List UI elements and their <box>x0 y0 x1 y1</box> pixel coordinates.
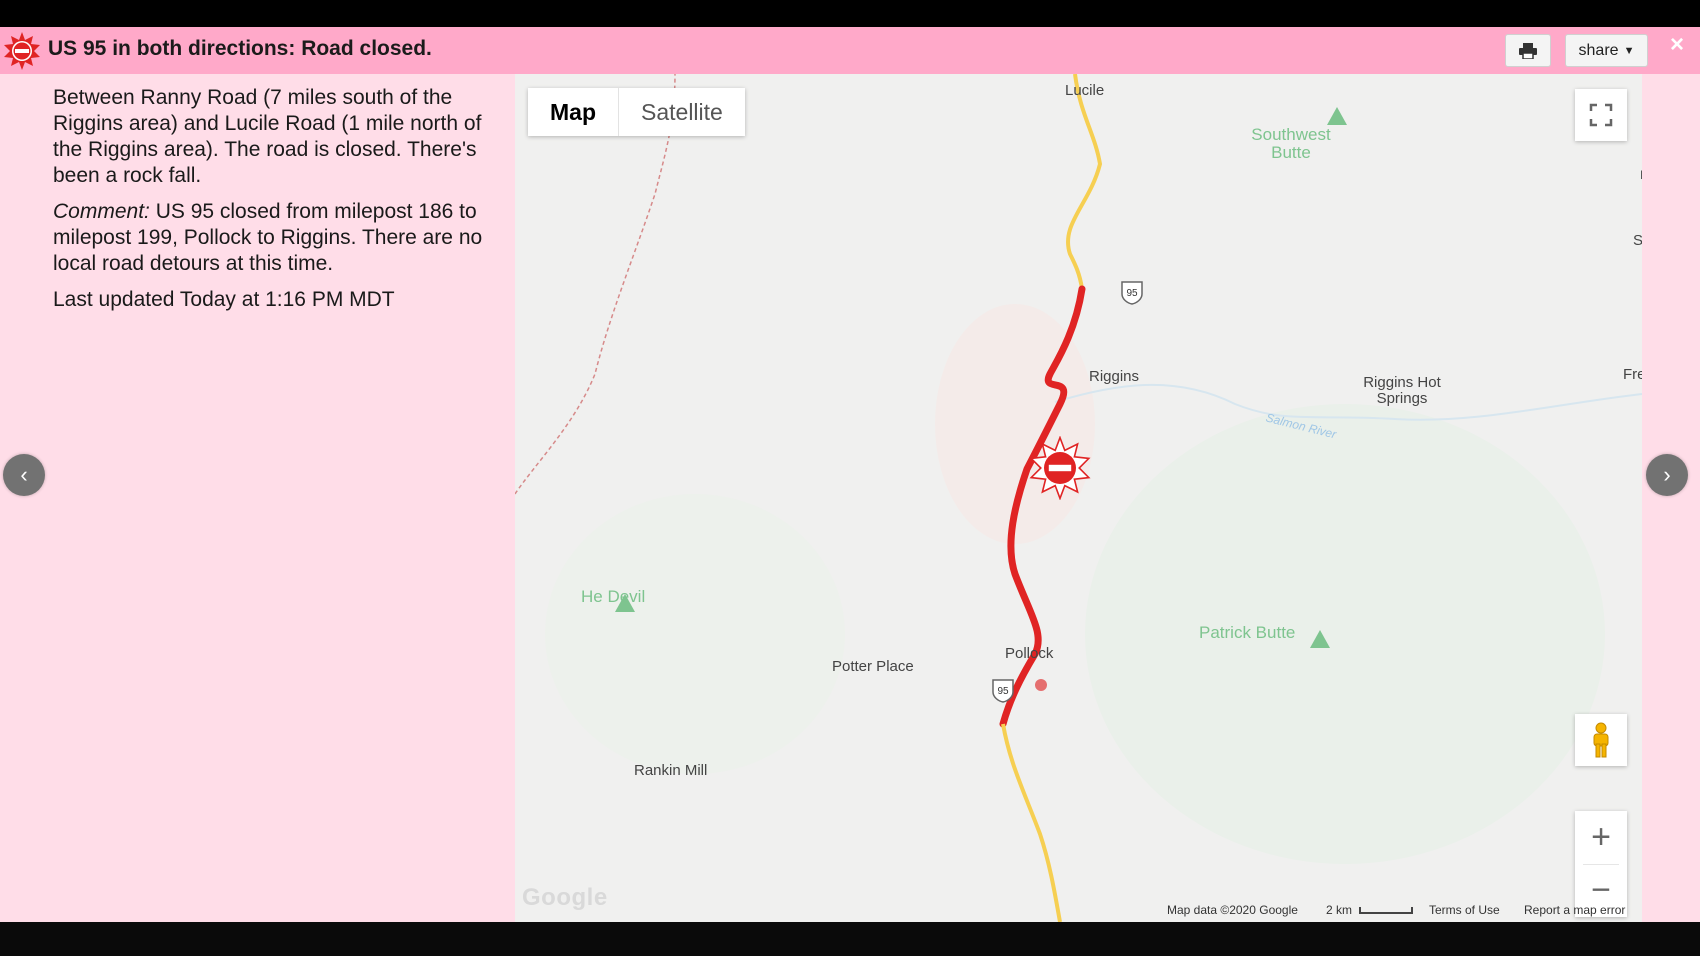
place-rankin-mill: Rankin Mill <box>634 762 708 779</box>
place-potter-place: Potter Place <box>832 658 914 675</box>
terms-of-use-link[interactable]: Terms of Use <box>1429 903 1500 917</box>
map-scale[interactable]: 2 km <box>1326 903 1414 917</box>
road-closed-icon <box>4 32 40 70</box>
us-95-shield-north: 95 <box>1121 281 1143 305</box>
place-edge-fre: Fre <box>1623 366 1642 383</box>
map-type-toggle: Map Satellite <box>528 88 745 136</box>
incident-header: US 95 in both directions: Road closed. s… <box>0 27 1700 74</box>
chevron-right-icon: › <box>1663 462 1671 487</box>
print-icon <box>1519 42 1537 59</box>
map-scale-bar <box>1359 907 1414 915</box>
map-type-map-button[interactable]: Map <box>528 88 618 136</box>
zoom-control: + − <box>1575 811 1627 917</box>
google-logo: Google <box>522 884 608 911</box>
place-edge-i: I <box>1640 168 1642 182</box>
map-type-satellite-button[interactable]: Satellite <box>618 88 745 136</box>
comment-label: Comment: <box>53 200 150 223</box>
fullscreen-button[interactable] <box>1575 89 1627 141</box>
incident-title: US 95 in both directions: Road closed. <box>48 37 432 60</box>
share-button[interactable]: share ▼ <box>1565 34 1648 67</box>
incident-comment: Comment: US 95 closed from milepost 186 … <box>53 199 493 277</box>
close-button[interactable]: × <box>1670 33 1684 57</box>
incident-info: Between Ranny Road (7 miles south of the… <box>53 85 493 323</box>
place-riggins: Riggins <box>1089 368 1140 385</box>
last-updated: Last updated Today at 1:16 PM MDT <box>53 288 395 311</box>
fullscreen-icon <box>1589 103 1613 127</box>
pegman-icon <box>1593 722 1609 758</box>
previous-incident-button[interactable]: ‹ <box>3 454 45 496</box>
chevron-left-icon: ‹ <box>20 462 28 487</box>
place-pollock: Pollock <box>1005 645 1054 662</box>
incident-details-panel: Between Ranny Road (7 miles south of the… <box>0 74 515 922</box>
print-button[interactable] <box>1505 34 1551 67</box>
shield-label-north: 95 <box>1126 288 1138 299</box>
road-closed-marker-icon[interactable] <box>1028 436 1092 500</box>
map-scale-label: 2 km <box>1326 903 1353 917</box>
top-black-bar <box>0 0 1700 27</box>
incident-description: Between Ranny Road (7 miles south of the… <box>53 86 482 187</box>
place-edge-s: S <box>1633 232 1642 249</box>
map-view[interactable]: Map Satellite Lucile Southwest Butte Rig… <box>515 74 1642 922</box>
street-view-pegman[interactable] <box>1575 714 1627 766</box>
caret-down-icon: ▼ <box>1623 44 1635 57</box>
map-data-attribution: Map data ©2020 Google <box>1167 903 1298 917</box>
place-lucile: Lucile <box>1065 82 1105 99</box>
share-label: share <box>1578 41 1619 59</box>
place-he-devil: He Devil <box>581 587 646 606</box>
bottom-black-bar <box>0 922 1700 956</box>
place-southwest-butte: Southwest Butte <box>1251 125 1331 162</box>
incident-window: US 95 in both directions: Road closed. s… <box>0 27 1700 922</box>
place-riggins-hot-springs: Riggins Hot Springs <box>1363 374 1441 407</box>
place-patrick-butte: Patrick Butte <box>1199 623 1296 642</box>
next-incident-button[interactable]: › <box>1646 454 1688 496</box>
shield-label-south: 95 <box>997 686 1009 697</box>
report-map-error-link[interactable]: Report a map error <box>1524 903 1625 917</box>
us-95-shield-south: 95 <box>992 679 1014 703</box>
zoom-in-button[interactable]: + <box>1575 811 1627 864</box>
